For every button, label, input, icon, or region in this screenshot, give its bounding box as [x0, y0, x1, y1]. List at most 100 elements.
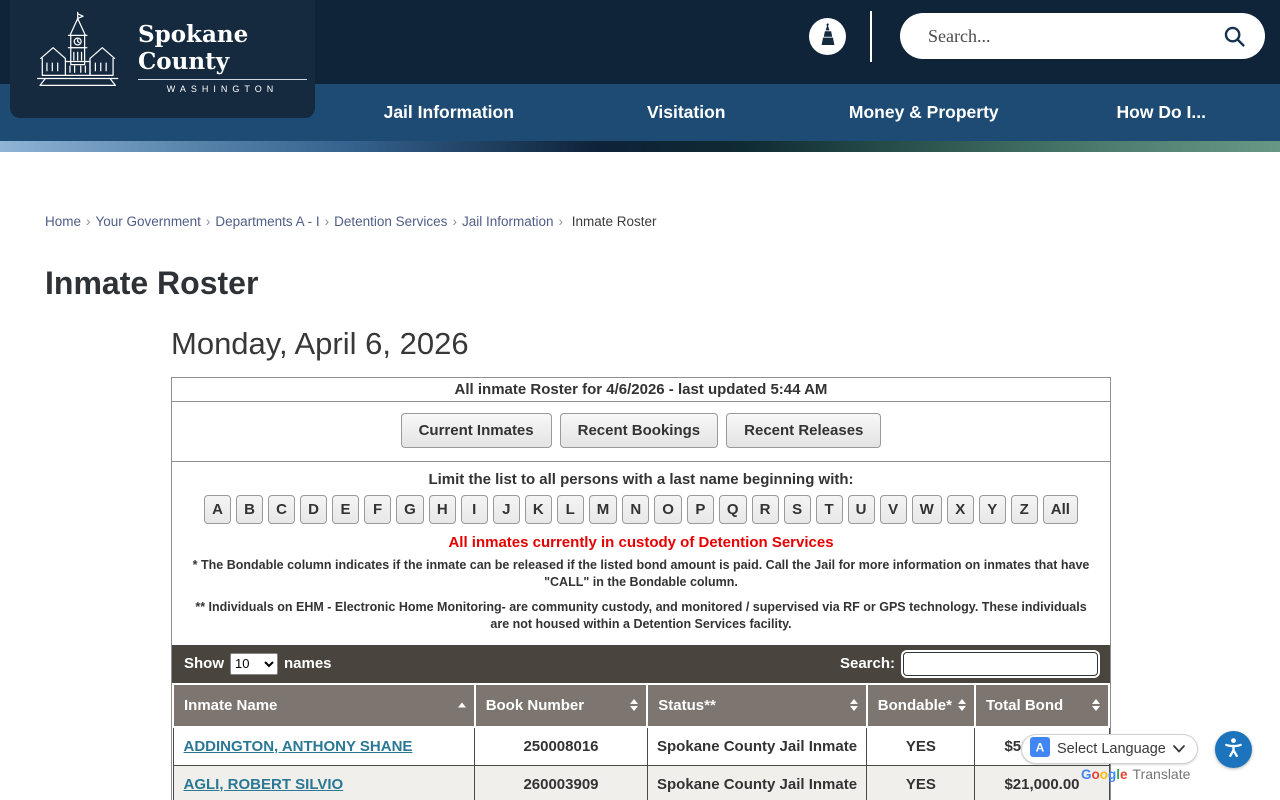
status-cell: Spokane County Jail Inmate — [647, 727, 866, 766]
site-search — [900, 13, 1265, 59]
nav-item-label: Visitation — [647, 102, 725, 123]
svg-text:A: A — [1036, 740, 1045, 754]
brand-text: Spokane County WASHINGTON — [138, 21, 307, 94]
table-search-label: Search: — [840, 655, 895, 672]
county-logo[interactable]: Spokane County WASHINGTON — [10, 0, 315, 118]
inmate-name-link[interactable]: AGLI, ROBERT SILVIO — [184, 776, 344, 793]
names-label: names — [284, 655, 332, 672]
inmate-name-link[interactable]: ADDINGTON, ANTHONY SHANE — [184, 738, 413, 755]
translate-label: Translate — [1133, 766, 1191, 782]
bondable-footnote: * The Bondable column indicates if the i… — [172, 557, 1110, 591]
google-translate-icon: A — [1030, 737, 1050, 762]
sort-both-icon — [850, 699, 858, 711]
roster-box: All inmate Roster for 4/6/2026 - last up… — [171, 377, 1111, 800]
tower-silhouette-icon — [817, 22, 839, 51]
google-translate-dropdown[interactable]: A Select Language — [1021, 734, 1198, 764]
sort-both-icon — [1092, 699, 1100, 711]
roster-date-heading: Monday, April 6, 2026 — [171, 326, 1111, 362]
letter-filter-button[interactable]: All — [1043, 495, 1078, 524]
breadcrumb-separator: › — [558, 214, 563, 229]
nav-item[interactable]: Jail Information — [330, 84, 568, 141]
letter-filter-label: Limit the list to all persons with a las… — [172, 462, 1110, 488]
letter-filter-button[interactable]: X — [947, 495, 974, 524]
column-header-inmate-name[interactable]: Inmate Name — [173, 684, 475, 727]
nav-item[interactable]: Visitation — [568, 84, 806, 141]
letter-filter-button[interactable]: I — [461, 495, 488, 524]
site-search-input[interactable] — [900, 26, 1222, 47]
letter-filter-button[interactable]: A — [204, 495, 231, 524]
letter-filter-button[interactable]: N — [622, 495, 649, 524]
nav-item-label: How Do I... — [1117, 102, 1206, 123]
breadcrumb: Home › Your Government › Departments A - I › D… — [45, 214, 1280, 229]
roster-view-button[interactable]: Recent Releases — [726, 413, 881, 448]
show-label: Show — [184, 655, 224, 672]
letter-filter-button[interactable]: H — [429, 495, 456, 524]
page-title: Inmate Roster — [45, 265, 1280, 302]
letter-filter-button[interactable]: E — [332, 495, 359, 524]
chevron-down-icon — [1173, 740, 1185, 758]
table-row: ADDINGTON, ANTHONY SHANE 250008016 Spoka… — [173, 727, 1109, 766]
letter-filter-button[interactable]: Z — [1011, 495, 1038, 524]
search-icon[interactable] — [1222, 24, 1247, 49]
table-header-row: Inmate Name Book Number Status** Bondabl… — [173, 684, 1109, 727]
nav-item-label: Money & Property — [849, 102, 999, 123]
roster-section: Monday, April 6, 2026 All inmate Roster … — [171, 326, 1111, 800]
letter-filter-button[interactable]: V — [880, 495, 907, 524]
letter-filter-button[interactable]: S — [784, 495, 811, 524]
letter-filter-button[interactable]: D — [300, 495, 327, 524]
county-seal-badge — [809, 18, 846, 55]
google-translate-attribution[interactable]: Google Translate — [1081, 766, 1190, 782]
letter-filter-button[interactable]: J — [493, 495, 520, 524]
letter-filter-button[interactable]: C — [268, 495, 295, 524]
letter-filter-button[interactable]: L — [557, 495, 584, 524]
letter-filter-button[interactable]: U — [848, 495, 875, 524]
letter-filter-button[interactable]: M — [589, 495, 618, 524]
letter-filter-button[interactable]: P — [687, 495, 714, 524]
nav-item[interactable]: Money & Property — [805, 84, 1043, 141]
breadcrumb-link[interactable]: Departments A - I — [215, 214, 319, 229]
bondable-cell: YES — [867, 765, 975, 800]
letter-filter-button[interactable]: T — [816, 495, 843, 524]
column-header-bondable[interactable]: Bondable* — [867, 684, 975, 727]
page-size-select[interactable]: 10 — [230, 653, 278, 675]
column-header-status[interactable]: Status** — [647, 684, 866, 727]
roster-view-button[interactable]: Current Inmates — [401, 413, 552, 448]
sort-both-icon — [958, 699, 966, 711]
letter-filter-button[interactable]: G — [396, 495, 424, 524]
custody-note: All inmates currently in custody of Dete… — [172, 534, 1110, 551]
accessibility-button[interactable] — [1215, 731, 1252, 768]
letter-filter-row: ABCDEFGHIJKLMNOPQRSTUVWXYZAll — [172, 495, 1110, 524]
brand-subtitle: WASHINGTON — [138, 84, 307, 94]
select-language-label: Select Language — [1057, 741, 1166, 757]
breadcrumb-link[interactable]: Home — [45, 214, 81, 229]
brand-title: Spokane County — [138, 21, 307, 80]
roster-view-button[interactable]: Recent Bookings — [560, 413, 719, 448]
column-header-total-bond[interactable]: Total Bond — [975, 684, 1109, 727]
letter-filter-button[interactable]: O — [654, 495, 682, 524]
letter-filter-button[interactable]: B — [236, 495, 263, 524]
google-logo: Google — [1081, 767, 1128, 782]
nav-items: Jail Information Visitation Money & Prop… — [330, 84, 1280, 141]
letter-filter-button[interactable]: Y — [979, 495, 1006, 524]
accessibility-person-icon — [1222, 736, 1245, 764]
breadcrumb-link[interactable]: Your Government — [96, 214, 201, 229]
nav-item[interactable]: How Do I... — [1043, 84, 1280, 141]
breadcrumb-separator: › — [206, 214, 211, 229]
letter-filter-button[interactable]: W — [912, 495, 942, 524]
letter-filter-button[interactable]: Q — [719, 495, 747, 524]
letter-filter-button[interactable]: K — [525, 495, 552, 524]
book-number-cell: 260003909 — [475, 765, 648, 800]
breadcrumb-separator: › — [325, 214, 330, 229]
book-number-cell: 250008016 — [475, 727, 648, 766]
table-search-input[interactable] — [903, 652, 1098, 676]
breadcrumb-link[interactable]: Detention Services — [334, 214, 447, 229]
sort-asc-icon — [458, 703, 466, 708]
breadcrumb-link[interactable]: Jail Information — [462, 214, 554, 229]
table-row: AGLI, ROBERT SILVIO 260003909 Spokane Co… — [173, 765, 1109, 800]
column-header-book-number[interactable]: Book Number — [475, 684, 648, 727]
letter-filter-button[interactable]: F — [364, 495, 391, 524]
bondable-cell: YES — [867, 727, 975, 766]
header-divider — [870, 11, 872, 62]
letter-filter-button[interactable]: R — [752, 495, 779, 524]
inmate-table: Inmate Name Book Number Status** Bondabl… — [172, 683, 1110, 800]
